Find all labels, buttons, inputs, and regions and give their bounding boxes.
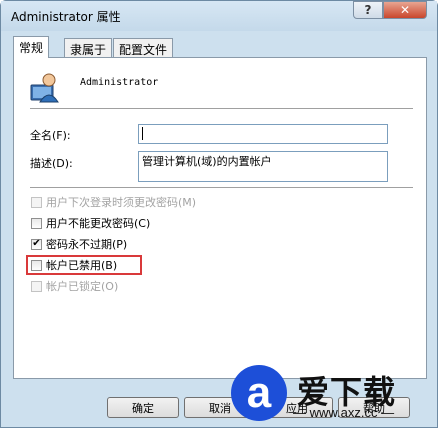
text-caret xyxy=(142,126,143,140)
title-bar[interactable]: Administrator 属性 ? ✕ xyxy=(1,1,437,31)
password-never-expires-option[interactable]: ✔ 密码永不过期(P) xyxy=(31,236,127,252)
user-account-icon xyxy=(30,73,59,103)
watermark-url: — www.axz.cc — xyxy=(293,405,395,420)
separator xyxy=(30,108,413,110)
help-title-button[interactable]: ? xyxy=(353,1,383,19)
highlight-box xyxy=(26,255,142,275)
cannot-change-password-checkbox[interactable] xyxy=(31,217,42,229)
tab-profile[interactable]: 配置文件 xyxy=(113,38,174,57)
tab-general[interactable]: 常规 xyxy=(13,36,50,58)
window-title: Administrator 属性 xyxy=(11,10,121,24)
watermark: a 爱下载 — www.axz.cc — xyxy=(231,363,438,429)
password-never-expires-label[interactable]: 密码永不过期(P) xyxy=(46,236,127,252)
full-name-label: 全名(F): xyxy=(30,129,71,142)
account-locked-checkbox xyxy=(31,280,42,292)
cannot-change-password-label[interactable]: 用户不能更改密码(C) xyxy=(46,215,150,231)
account-locked-label: 帐户已锁定(O) xyxy=(46,280,119,293)
tab-member-of[interactable]: 隶属于 xyxy=(64,38,113,57)
close-button[interactable]: ✕ xyxy=(383,1,427,19)
separator xyxy=(30,187,413,189)
user-name: Administrator xyxy=(80,77,159,88)
account-locked-option: 帐户已锁定(O) xyxy=(31,278,118,294)
ok-button[interactable]: 确定 xyxy=(107,397,179,418)
general-panel: Administrator 全名(F): 描述(D): 管理计算机(域)的内置帐… xyxy=(13,57,427,379)
properties-dialog: Administrator 属性 ? ✕ 常规 隶属于 配置文件 Adminis… xyxy=(0,0,438,428)
password-never-expires-checkbox[interactable]: ✔ xyxy=(31,238,42,250)
must-change-password-checkbox xyxy=(31,196,42,208)
watermark-logo: a xyxy=(231,365,287,421)
must-change-password-label: 用户下次登录时须更改密码(M) xyxy=(46,196,197,209)
full-name-field[interactable] xyxy=(138,124,388,144)
description-label: 描述(D): xyxy=(30,157,73,170)
must-change-password-option: 用户下次登录时须更改密码(M) xyxy=(31,194,196,210)
description-field[interactable]: 管理计算机(域)的内置帐户 xyxy=(138,151,388,182)
cannot-change-password-option[interactable]: 用户不能更改密码(C) xyxy=(31,215,150,231)
